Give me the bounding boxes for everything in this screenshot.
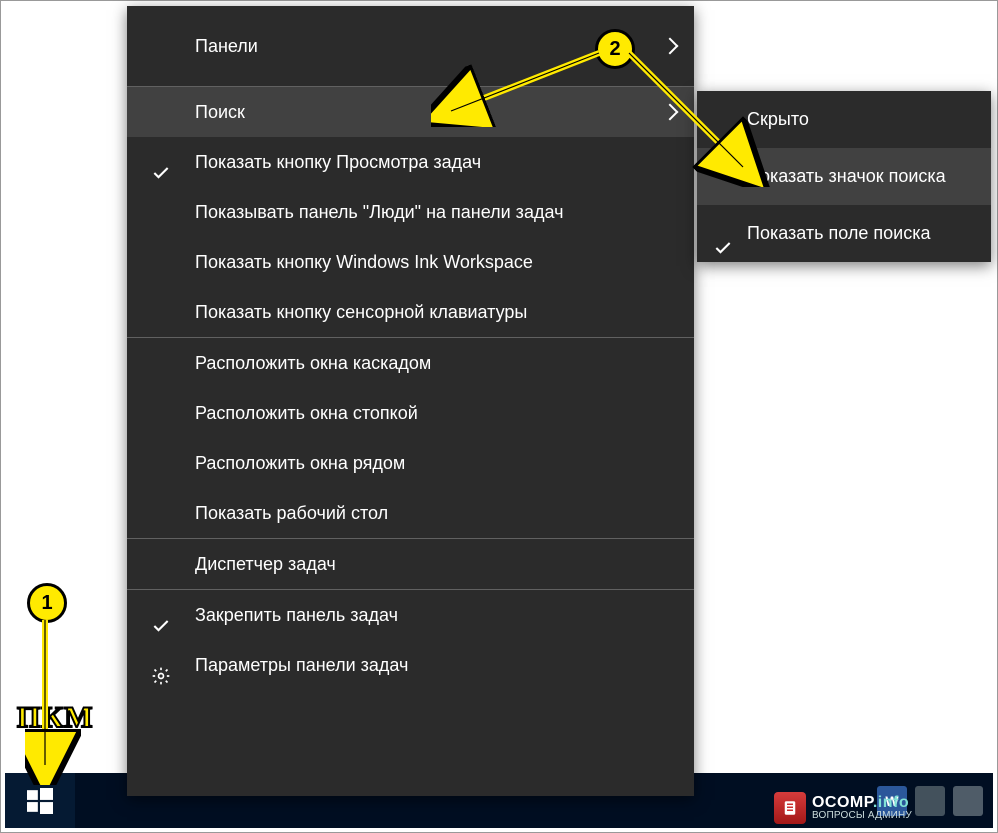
callout-number-2: 2 — [595, 29, 635, 69]
watermark-logo-icon — [774, 792, 806, 824]
menu-item-label: Показать значок поиска — [747, 166, 946, 186]
start-button[interactable] — [5, 773, 75, 828]
callout-number-1: 1 — [27, 583, 67, 623]
menu-item-label: Параметры панели задач — [195, 655, 408, 675]
menu-item-label: Расположить окна рядом — [195, 453, 405, 473]
check-icon — [151, 605, 171, 625]
menu-item-label: Закрепить панель задач — [195, 605, 398, 625]
menu-item-label: Показывать панель "Люди" на панели задач — [195, 202, 563, 222]
submenu-item-show-box[interactable]: Показать поле поиска — [697, 205, 991, 262]
menu-item-label: Показать поле поиска — [747, 223, 931, 243]
menu-item-taskbar-settings[interactable]: Параметры панели задач — [127, 640, 694, 690]
check-icon — [713, 224, 733, 244]
menu-item-label: Диспетчер задач — [195, 554, 336, 574]
check-icon — [151, 152, 171, 172]
menu-item-label: Показать кнопку Просмотра задач — [195, 152, 481, 172]
menu-item-task-manager[interactable]: Диспетчер задач — [127, 539, 694, 589]
tray-app-icon[interactable] — [953, 786, 983, 816]
submenu-item-hidden[interactable]: Скрыто — [697, 91, 991, 148]
gear-icon — [151, 655, 171, 675]
menu-item-label: Поиск — [195, 102, 245, 122]
menu-item-lock-taskbar[interactable]: Закрепить панель задач — [127, 590, 694, 640]
menu-item-task-view[interactable]: Показать кнопку Просмотра задач — [127, 137, 694, 187]
callout-label-rmb: ПКМ — [17, 701, 93, 735]
screenshot-canvas: W OCOMP.info ВОПРОСЫ АДМИНУ Панели Поиск — [0, 0, 998, 833]
menu-item-label: Показать рабочий стол — [195, 503, 388, 523]
windows-logo-icon — [27, 788, 53, 814]
menu-item-stacked[interactable]: Расположить окна стопкой — [127, 388, 694, 438]
menu-item-label: Показать кнопку сенсорной клавиатуры — [195, 302, 527, 322]
menu-item-label: Расположить окна стопкой — [195, 403, 418, 423]
menu-item-ink[interactable]: Показать кнопку Windows Ink Workspace — [127, 237, 694, 287]
menu-item-side-by-side[interactable]: Расположить окна рядом — [127, 438, 694, 488]
chevron-right-icon — [662, 38, 679, 55]
menu-item-label: Панели — [195, 36, 258, 56]
menu-item-search[interactable]: Поиск — [127, 87, 694, 137]
menu-item-cascade[interactable]: Расположить окна каскадом — [127, 338, 694, 388]
menu-item-people[interactable]: Показывать панель "Люди" на панели задач — [127, 187, 694, 237]
menu-item-label: Скрыто — [747, 109, 809, 129]
menu-item-touch-keyboard[interactable]: Показать кнопку сенсорной клавиатуры — [127, 287, 694, 337]
taskbar-context-menu: Панели Поиск Показать кнопку Просмотра з… — [127, 6, 694, 796]
search-submenu: Скрыто Показать значок поиска Показать п… — [697, 91, 991, 262]
watermark-tagline: ВОПРОСЫ АДМИНУ — [812, 811, 912, 821]
menu-item-label: Показать кнопку Windows Ink Workspace — [195, 252, 533, 272]
menu-item-label: Расположить окна каскадом — [195, 353, 431, 373]
tray-app-icon[interactable] — [915, 786, 945, 816]
chevron-right-icon — [662, 104, 679, 121]
watermark: OCOMP.info ВОПРОСЫ АДМИНУ — [774, 792, 912, 824]
watermark-brand: OCOMP.info — [812, 795, 912, 811]
annotation-arrow — [25, 615, 85, 785]
submenu-item-show-icon[interactable]: Показать значок поиска — [697, 148, 991, 205]
menu-item-show-desktop[interactable]: Показать рабочий стол — [127, 488, 694, 538]
